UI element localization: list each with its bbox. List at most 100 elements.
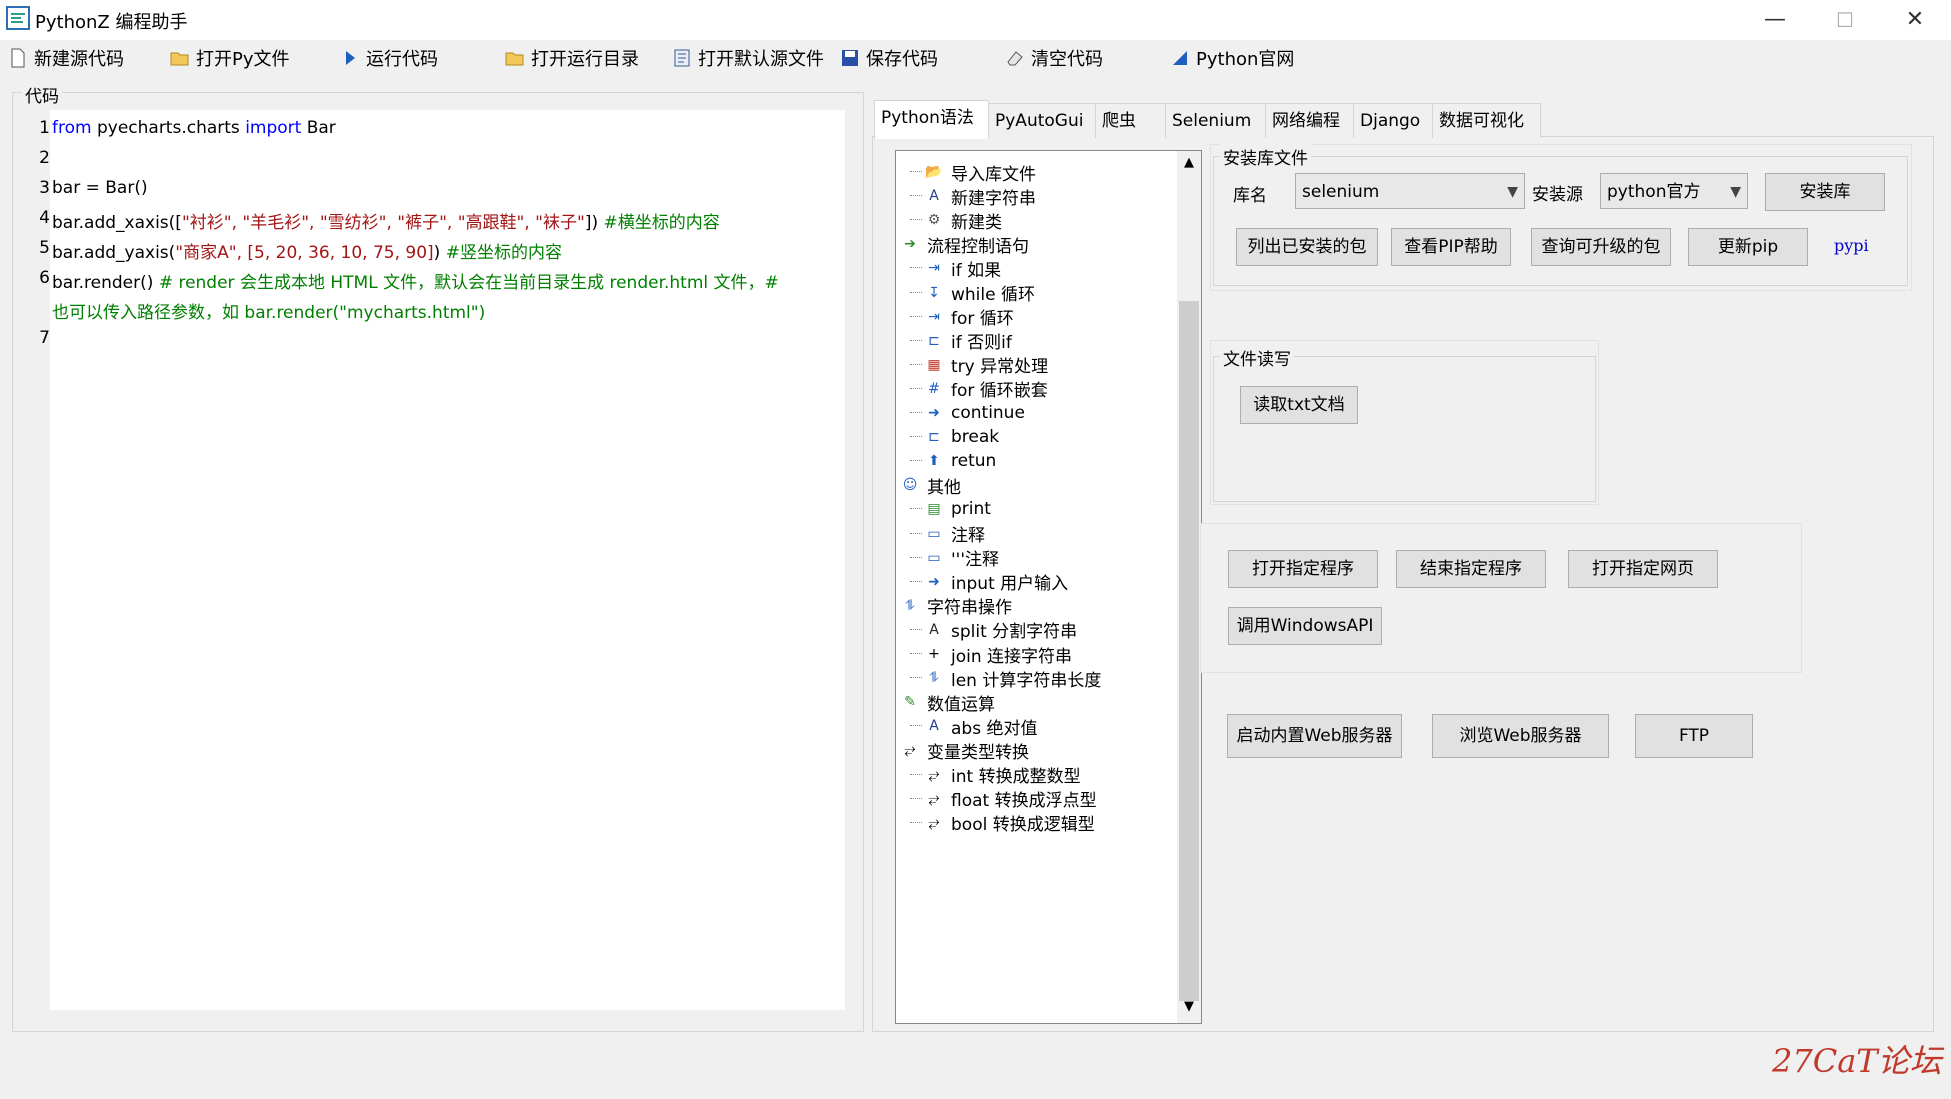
tree-connector	[910, 508, 922, 510]
tab-6[interactable]: 数据可视化	[1432, 103, 1541, 138]
tab-5[interactable]: Django	[1353, 103, 1433, 138]
tree-item[interactable]: 📂 导入库文件	[910, 159, 1036, 185]
minimize-button[interactable]: —	[1740, 0, 1810, 40]
code-keyword: from	[52, 118, 92, 138]
tree-item[interactable]: ▤ print	[910, 496, 991, 522]
code-text: )	[433, 243, 446, 263]
app-logo-icon	[6, 6, 30, 30]
maximize-button[interactable]: ☐	[1810, 0, 1880, 40]
tree-item-label: 其他	[927, 477, 961, 498]
code-line: 4 bar.add_xaxis(["衬衫", "羊毛衫", "雪纺衫", "裤子"…	[39, 208, 720, 236]
code-line: 1 from pyecharts.charts import Bar	[39, 118, 336, 146]
tree-scrollbar[interactable]: ▲ ▼	[1177, 151, 1201, 1023]
python-site-button[interactable]: Python官网	[1170, 45, 1294, 71]
tree-item[interactable]: ➜ input 用户输入	[910, 569, 1068, 595]
tree-item[interactable]: ⇥ if 如果	[910, 255, 1002, 281]
tree-item[interactable]: ⬆ retun	[910, 448, 996, 474]
tree-item[interactable]: ⥮ 字符串操作	[900, 593, 1012, 619]
tab-0[interactable]: Python语法	[874, 100, 989, 139]
tree-item[interactable]: ↧ while 循环	[910, 280, 1035, 306]
tree-item[interactable]: ☺ 其他	[900, 472, 961, 498]
list-installed-button[interactable]: 列出已安装的包	[1236, 228, 1378, 266]
tab-3[interactable]: Selenium	[1165, 103, 1266, 138]
code-editor[interactable]: 1 from pyecharts.charts import Bar 2 3 bar =…	[39, 110, 845, 1010]
open-py-button[interactable]: 打开Py文件	[170, 45, 290, 71]
tree-item[interactable]: ⊏ if 否则if	[910, 328, 1012, 354]
upgradable-button[interactable]: 查询可升级的包	[1531, 228, 1671, 266]
tree-item-label: '''注释	[951, 550, 1000, 571]
open-py-label: 打开Py文件	[196, 49, 290, 70]
tree-item[interactable]: ✎ 数值运算	[900, 689, 995, 715]
tree-item[interactable]: # for 循环嵌套	[910, 376, 1048, 402]
install-button[interactable]: 安装库	[1765, 173, 1885, 211]
tree-connector	[910, 171, 922, 172]
tree-item[interactable]: ⚙ 新建类	[910, 207, 1002, 233]
code-text: bar = Bar()	[52, 178, 148, 198]
tree-item[interactable]: ⥂ bool 转换成逻辑型	[910, 810, 1095, 836]
tree-item-label: for 循环嵌套	[951, 381, 1048, 402]
end-program-button[interactable]: 结束指定程序	[1396, 550, 1546, 588]
open-program-button[interactable]: 打开指定程序	[1228, 550, 1378, 588]
tree-item[interactable]: ⇥ for 循环	[910, 304, 1014, 330]
open-run-dir-button[interactable]: 打开运行目录	[505, 45, 639, 71]
tree-item-label: if 如果	[951, 260, 1002, 281]
windows-api-button[interactable]: 调用WindowsAPI	[1228, 607, 1382, 645]
tree-item[interactable]: ⥂ int 转换成整数型	[910, 762, 1081, 788]
tree-item[interactable]: ⥮ len 计算字符串长度	[910, 665, 1101, 691]
start-web-server-button[interactable]: 启动内置Web服务器	[1227, 714, 1402, 758]
tree-item[interactable]: ⥂ float 转换成浮点型	[910, 786, 1097, 812]
source-combo[interactable]: python官方 ▼	[1600, 173, 1748, 209]
tree-item[interactable]: ▭ '''注释	[910, 545, 1000, 571]
ftp-button[interactable]: FTP	[1635, 714, 1753, 758]
save-code-button[interactable]: 保存代码	[840, 45, 938, 71]
tree-item-label: join 连接字符串	[951, 646, 1073, 667]
tree-item[interactable]: + join 连接字符串	[910, 641, 1073, 667]
lib-name-combo[interactable]: selenium ▼	[1295, 173, 1525, 209]
syntax-tree[interactable]: 📂 导入库文件 A 新建字符串 ⚙ 新建类 ➔ 流程控制语句 ⇥ if 如果 ↧ while 循环 ⇥ f…	[895, 150, 1202, 1024]
tab-2[interactable]: 爬虫	[1095, 103, 1166, 138]
run-code-button[interactable]: 运行代码	[340, 45, 438, 71]
window-title: PythonZ 编程助手	[35, 12, 188, 33]
tree-connector	[910, 677, 922, 679]
tree-item[interactable]: ➜ continue	[910, 400, 1025, 426]
tab-4[interactable]: 网络编程	[1265, 103, 1354, 138]
elif-icon: ⊏	[928, 332, 940, 349]
print-icon: ▤	[927, 501, 941, 518]
tree-item[interactable]: ⊏ break	[910, 424, 999, 450]
tree-item[interactable]: ▦ try 异常处理	[910, 352, 1049, 378]
tab-1[interactable]: PyAutoGui	[988, 103, 1096, 138]
pip-help-button[interactable]: 查看PIP帮助	[1391, 228, 1511, 266]
scroll-thumb[interactable]	[1179, 301, 1199, 1001]
pypi-link[interactable]: pypi	[1834, 236, 1869, 255]
open-webpage-button[interactable]: 打开指定网页	[1568, 550, 1718, 588]
browse-web-server-button[interactable]: 浏览Web服务器	[1432, 714, 1609, 758]
tree-item[interactable]: Aabs 绝对值	[910, 713, 1037, 739]
code-line: 3 bar = Bar()	[39, 178, 148, 206]
tree-item[interactable]: ➔ 流程控制语句	[900, 231, 1029, 257]
comment-icon: ▭	[927, 525, 941, 542]
update-pip-button[interactable]: 更新pip	[1688, 228, 1808, 266]
tree-item-label: try 异常处理	[951, 357, 1049, 378]
scroll-down-icon[interactable]: ▼	[1181, 999, 1197, 1014]
string-ops-icon: ⥮	[904, 597, 916, 614]
code-string: "衬衫", "羊毛衫", "雪纺衫", "裤子", "高跟鞋", "袜子"	[181, 213, 585, 233]
read-txt-button[interactable]: 读取txt文档	[1240, 386, 1358, 424]
open-folder-icon	[170, 52, 189, 66]
tree-item[interactable]: ▭ 注释	[910, 521, 985, 547]
eraser-icon	[1007, 51, 1023, 66]
open-default-src-button[interactable]: 打开默认源文件	[672, 45, 824, 71]
tree-item-label: if 否则if	[951, 333, 1012, 354]
tree-item-label: 变量类型转换	[927, 742, 1029, 763]
tree-item[interactable]: Asplit 分割字符串	[910, 617, 1077, 643]
scroll-up-icon[interactable]: ▲	[1181, 155, 1197, 170]
tree-item[interactable]: A 新建字符串	[910, 183, 1036, 209]
convert-icon: ⥂	[928, 766, 940, 783]
clear-code-button[interactable]: 清空代码	[1005, 45, 1103, 71]
folder-icon: 📂	[925, 164, 943, 180]
tree-item[interactable]: ⥂ 变量类型转换	[900, 737, 1029, 763]
new-code-label: 新建源代码	[34, 49, 124, 70]
close-button[interactable]: ✕	[1880, 0, 1950, 40]
new-code-button[interactable]: 新建源代码	[8, 45, 124, 71]
convert-icon: ⥂	[904, 742, 916, 759]
while-icon: ↧	[928, 284, 940, 301]
